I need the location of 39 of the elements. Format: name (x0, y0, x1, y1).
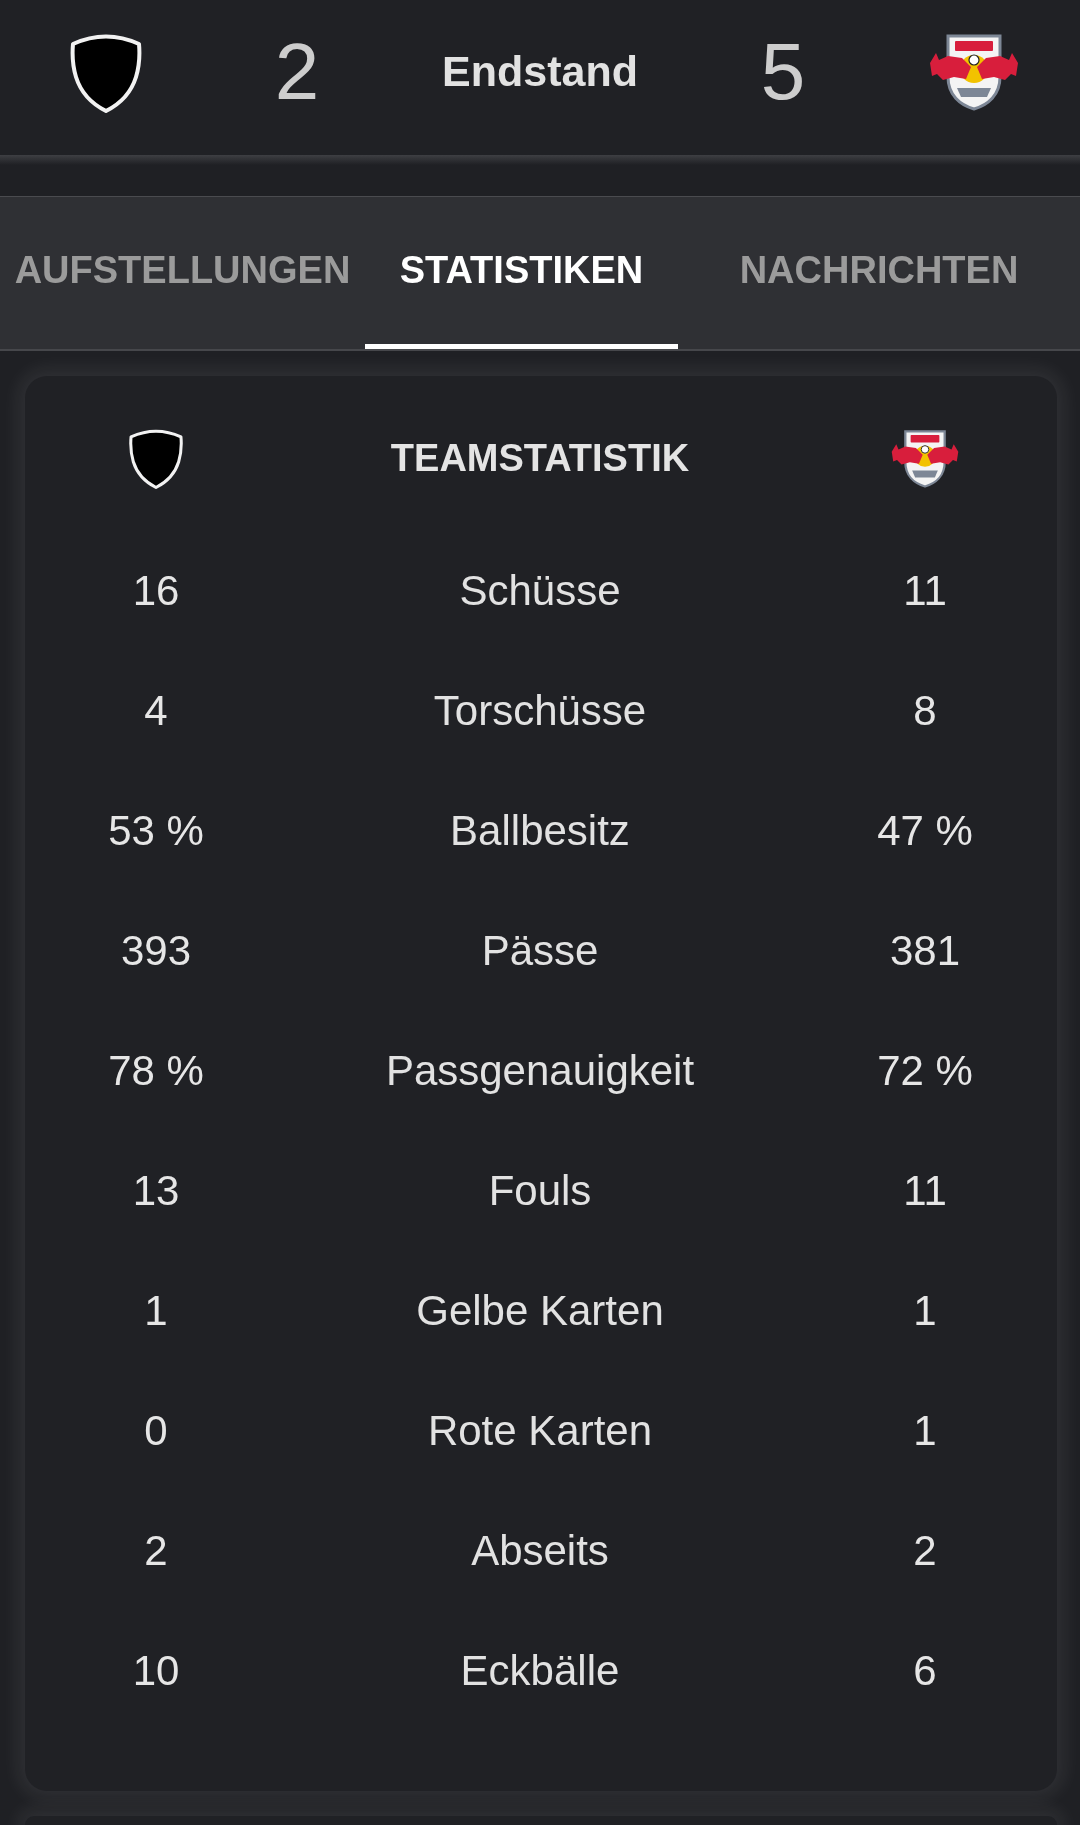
home-value: 78 % (108, 1050, 204, 1092)
tab[interactable]: NACHRICHTEN (678, 197, 1080, 349)
away-score: 5 (760, 31, 806, 112)
bull-crest-icon (890, 428, 960, 488)
home-value: 10 (132, 1650, 180, 1692)
home-value: 0 (144, 1410, 168, 1452)
stat-label: Fouls (488, 1170, 592, 1212)
home-value: 393 (120, 930, 192, 972)
stat-label: Gelbe Karten (416, 1290, 664, 1332)
away-value: 6 (913, 1650, 937, 1692)
home-value: 53 % (108, 810, 204, 852)
home-value: 16 (132, 570, 180, 612)
away-value: 47 % (877, 810, 973, 852)
away-value: 72 % (877, 1050, 973, 1092)
home-value: 13 (132, 1170, 180, 1212)
home-value: 2 (144, 1530, 168, 1572)
match-status: Endstand (442, 50, 638, 93)
home-value: 1 (144, 1290, 168, 1332)
stat-label: Abseits (471, 1530, 609, 1572)
tab[interactable]: AUFSTELLUNGEN (0, 197, 365, 349)
stat-label: Ballbesitz (450, 810, 630, 852)
home-score: 2 (274, 31, 320, 112)
stat-label: Schüsse (459, 570, 621, 612)
stat-label: Pässe (481, 930, 599, 972)
away-value: 2 (913, 1530, 937, 1572)
away-value: 8 (913, 690, 937, 732)
stat-label: Eckbälle (460, 1650, 620, 1692)
home-value: 4 (144, 690, 168, 732)
away-value: 11 (903, 1170, 947, 1212)
stat-label: Passgenauigkeit (385, 1050, 695, 1092)
shield-icon (128, 427, 184, 489)
away-value: 381 (889, 930, 961, 972)
stats-title: TEAMSTATISTIK (390, 439, 690, 477)
away-value: 1 (913, 1410, 937, 1452)
stat-label: Torschüsse (433, 690, 647, 732)
bull-crest-icon (928, 32, 1020, 111)
stat-label: Rote Karten (427, 1410, 653, 1452)
away-value: 11 (903, 570, 947, 612)
away-value: 1 (913, 1290, 937, 1332)
